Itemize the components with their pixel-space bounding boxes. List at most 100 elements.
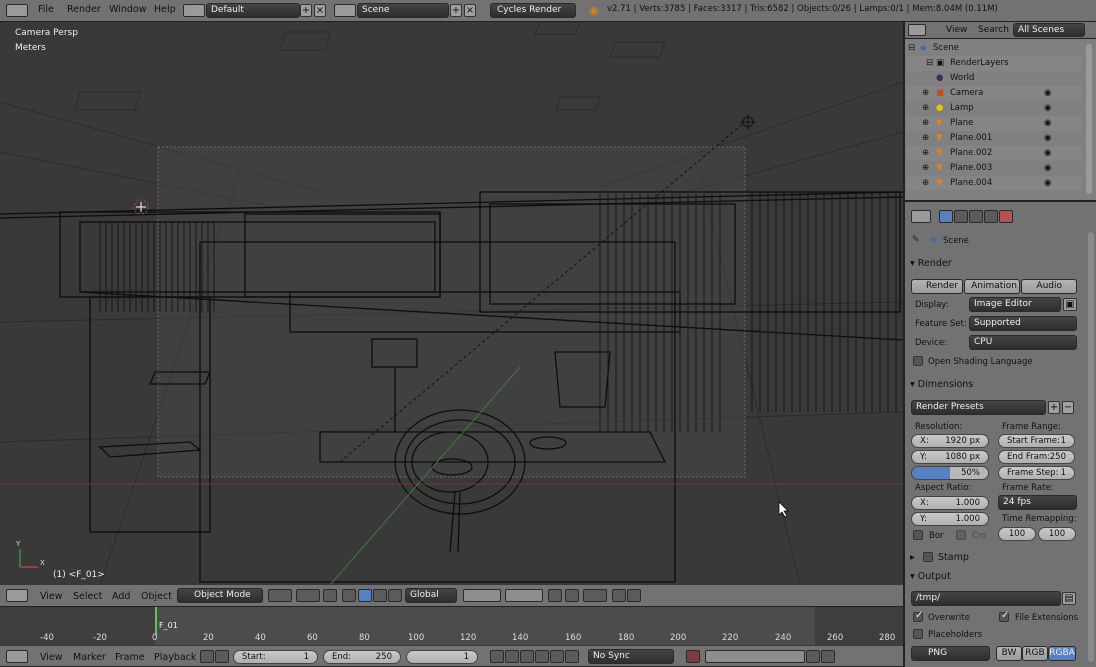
prev-key-icon[interactable]	[505, 650, 519, 663]
menu-render[interactable]: Render	[67, 4, 101, 15]
visibility-eye-icon[interactable]: ◉	[1044, 161, 1051, 176]
render-preview-icon[interactable]	[612, 589, 626, 602]
tab-world-icon[interactable]	[984, 210, 998, 223]
crop-checkbox[interactable]	[956, 530, 966, 540]
resolution-percent-field[interactable]: 50%	[911, 466, 989, 480]
tab-texture-icon[interactable]	[999, 210, 1013, 223]
viewport-menu-add[interactable]: Add	[112, 591, 130, 602]
layers-icon[interactable]	[323, 589, 337, 602]
outliner-item-renderlayers[interactable]: ⊟ ▣ RenderLayers	[906, 56, 1082, 71]
aspect-y-field[interactable]: Y: 1.000	[911, 512, 989, 526]
outliner-item-lamp[interactable]: ⊕ ● Lamp ◉	[906, 101, 1082, 116]
audio-button[interactable]: Audio	[1021, 279, 1077, 294]
preview-range-icon[interactable]	[200, 650, 214, 663]
properties-editor-icon[interactable]	[911, 210, 931, 223]
viewport-menu-view[interactable]: View	[40, 591, 63, 602]
remove-preset-button[interactable]: −	[1062, 401, 1074, 414]
play-reverse-icon[interactable]	[520, 650, 534, 663]
tab-render-icon[interactable]	[939, 210, 953, 223]
record-icon[interactable]	[686, 650, 700, 663]
remap-old-field[interactable]: 100	[998, 527, 1036, 541]
remove-layout-button[interactable]: ×	[314, 4, 326, 17]
file-extensions-checkbox[interactable]	[999, 610, 1009, 622]
color-rgb-button[interactable]: RGB	[1022, 646, 1048, 661]
display-select[interactable]: Image Editor	[969, 297, 1061, 312]
file-format-select[interactable]: PNG	[911, 646, 990, 661]
outliner-scrollbar[interactable]	[1086, 44, 1092, 194]
timeline-ruler[interactable]: F_01	[0, 607, 903, 645]
output-panel-header[interactable]: ▾ Output	[910, 571, 951, 582]
outliner-item-plane-002[interactable]: ⊕ ▼ Plane.002 ◉	[906, 146, 1082, 161]
shading-icon[interactable]	[268, 589, 292, 602]
editor-type-icon[interactable]	[6, 589, 28, 602]
viewport-menu-object[interactable]: Object	[141, 591, 172, 602]
delete-keyframe-icon[interactable]	[821, 650, 835, 663]
dimensions-panel-header[interactable]: ▾ Dimensions	[910, 379, 973, 390]
animation-button[interactable]: Animation	[964, 279, 1020, 294]
outliner-item-plane[interactable]: ⊕ ▼ Plane ◉	[906, 116, 1082, 131]
display-fullscreen-icon[interactable]: ▣	[1063, 298, 1077, 311]
insert-keyframe-icon[interactable]	[806, 650, 820, 663]
stamp-checkbox[interactable]	[923, 552, 933, 562]
visibility-eye-icon[interactable]: ◉	[1044, 131, 1051, 146]
outliner-item-plane-003[interactable]: ⊕ ▼ Plane.003 ◉	[906, 161, 1082, 176]
render-panel-header[interactable]: ▾ Render	[910, 258, 952, 269]
sync-select[interactable]: No Sync	[588, 649, 674, 664]
properties-scrollbar[interactable]	[1088, 232, 1094, 662]
timeline-menu-marker[interactable]: Marker	[73, 652, 106, 663]
add-scene-button[interactable]: +	[450, 4, 462, 17]
screen-layout-field[interactable]: Default	[206, 3, 300, 18]
proportional-edit-icon[interactable]	[565, 589, 579, 602]
translate-icon[interactable]	[358, 589, 372, 602]
aspect-x-field[interactable]: X: 1.000	[911, 496, 989, 510]
overwrite-checkbox[interactable]	[913, 610, 923, 622]
scene-icon[interactable]	[334, 4, 356, 17]
start-frame-field[interactable]: Start: 1	[233, 650, 318, 664]
outliner-item-world[interactable]: ● World	[906, 71, 1082, 86]
pin-icon[interactable]: ✎	[912, 235, 920, 245]
placeholders-checkbox[interactable]	[913, 629, 923, 639]
current-frame-marker[interactable]	[155, 607, 157, 635]
resolution-x-field[interactable]: X: 1920 px	[911, 434, 989, 448]
color-bw-button[interactable]: BW	[996, 646, 1022, 661]
device-select[interactable]: CPU	[969, 335, 1077, 350]
end-frame-prop-field[interactable]: End Fram: 250	[998, 450, 1075, 464]
visibility-eye-icon[interactable]: ◉	[1044, 176, 1051, 190]
visibility-eye-icon[interactable]: ◉	[1044, 101, 1051, 116]
remove-scene-button[interactable]: ×	[464, 4, 476, 17]
timeline-editor-icon[interactable]	[6, 650, 28, 663]
frame-step-field[interactable]: Frame Step: 1	[998, 466, 1075, 480]
outliner-item-camera[interactable]: ⊕ ■ Camera ◉	[906, 86, 1082, 101]
outliner-item-scene[interactable]: ⊟ ◆ Scene	[906, 41, 1082, 56]
mode-select[interactable]: Object Mode	[177, 588, 263, 603]
layer-grid-2-icon[interactable]	[505, 589, 543, 602]
osl-checkbox[interactable]	[913, 356, 923, 366]
render-presets-select[interactable]: Render Presets	[911, 400, 1046, 415]
remap-new-field[interactable]: 100	[1038, 527, 1076, 541]
keying-set-icon[interactable]	[705, 650, 805, 663]
screen-layout-icon[interactable]	[183, 4, 205, 17]
add-preset-button[interactable]: +	[1048, 401, 1060, 414]
snap-icon[interactable]	[583, 589, 607, 602]
outliner-display-mode[interactable]: All Scenes	[1013, 23, 1085, 37]
outliner-tab-view[interactable]: View	[946, 25, 967, 35]
tab-scene-icon[interactable]	[969, 210, 983, 223]
border-checkbox[interactable]	[913, 530, 923, 540]
menu-file[interactable]: File	[38, 4, 54, 15]
timeline-menu-view[interactable]: View	[40, 652, 63, 663]
outliner-item-plane-004[interactable]: ⊕ ▼ Plane.004 ◉	[906, 176, 1082, 190]
next-key-icon[interactable]	[550, 650, 564, 663]
current-frame-field[interactable]: 1	[406, 650, 478, 664]
orientation-select[interactable]: Global	[405, 588, 457, 603]
render-engine-select[interactable]: Cycles Render	[490, 3, 576, 18]
end-frame-field[interactable]: End: 250	[323, 650, 401, 664]
resolution-y-field[interactable]: Y: 1080 px	[911, 450, 989, 464]
menu-help[interactable]: Help	[154, 4, 176, 15]
feature-set-select[interactable]: Supported	[969, 316, 1077, 331]
output-path-field[interactable]: /tmp/	[911, 591, 1061, 606]
viewport-3d[interactable]: Camera Persp Meters X Y (1) <F_01>	[0, 22, 903, 585]
render-button[interactable]: Render	[911, 279, 963, 294]
info-editor-icon[interactable]	[6, 4, 28, 17]
stamp-panel-header[interactable]: ▸	[910, 552, 915, 563]
render-anim-icon[interactable]	[627, 589, 641, 602]
